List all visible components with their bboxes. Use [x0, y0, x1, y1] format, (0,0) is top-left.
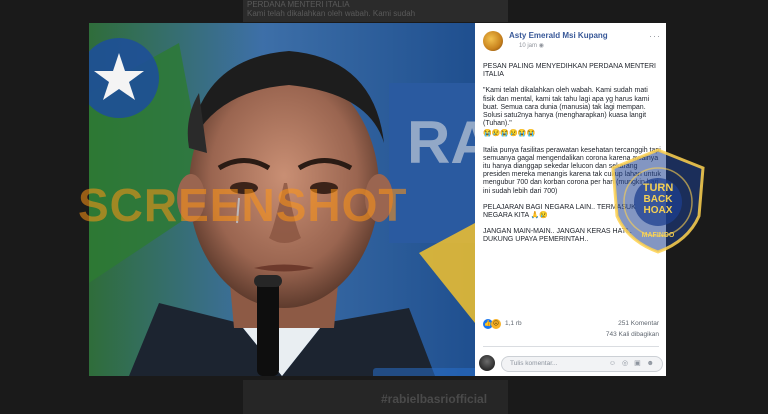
- divider: [483, 346, 659, 347]
- post-timestamp[interactable]: 10 jam: [519, 43, 537, 49]
- post-emoji-line: 😭😢😭😢😭😭: [483, 130, 536, 138]
- mafindo-seal: TURN BACK HOAX MAFINDO: [603, 146, 713, 256]
- background-feed-line: Kami telah dikalahkan oleh wabah. Kami s…: [247, 9, 416, 18]
- comment-tool-icons[interactable]: ☺ ◎ ▣ ☻: [609, 359, 656, 367]
- comment-composer: Tulis komentar... ☺ ◎ ▣ ☻: [479, 355, 663, 372]
- globe-icon: ◉: [538, 43, 544, 49]
- seal-text: TURN BACK HOAX MAFINDO: [603, 146, 713, 256]
- svg-text:RA: RA: [407, 109, 475, 176]
- background-feed-strip: PERDANA MENTERI ITALIA Kami telah dikala…: [243, 0, 508, 22]
- post-paragraph: PESAN PALING MENYEDIHKAN PERDANA MENTERI…: [483, 63, 656, 79]
- post-paragraph: "Kami telah dikalahkan oleh wabah. Kami …: [483, 87, 650, 128]
- author-avatar[interactable]: [483, 31, 503, 51]
- comment-input[interactable]: Tulis komentar... ☺ ◎ ▣ ☻: [501, 356, 663, 372]
- seal-line: BACK: [643, 194, 673, 205]
- screenshot-watermark: SCREENSHOT: [78, 179, 408, 231]
- author-name[interactable]: Asty Emerald Msi Kupang: [509, 31, 608, 40]
- comments-count[interactable]: 251 Komentar: [618, 320, 659, 327]
- seal-line: HOAX: [643, 205, 673, 216]
- sad-reaction-icon: ☹: [491, 319, 501, 329]
- comment-placeholder: Tulis komentar...: [510, 360, 558, 367]
- post-time[interactable]: 10 jam ◉: [519, 42, 544, 49]
- shares-count[interactable]: 743 Kali dibagikan: [606, 331, 659, 338]
- background-feed-line: PERDANA MENTERI ITALIA: [247, 0, 350, 9]
- seal-line: MAFINDO: [641, 232, 675, 239]
- photo-hashtag: #rabielbasriofficial: [373, 368, 475, 376]
- reactions-count[interactable]: 1,1 rb: [505, 320, 522, 327]
- background-hashtag: #rabielbasriofficial: [381, 392, 488, 406]
- post-stats: 👍 ☹ 1,1 rb 251 Komentar 743 Kali dibagik…: [483, 319, 659, 345]
- viewer-avatar: [479, 355, 495, 371]
- more-options-button[interactable]: ···: [649, 31, 661, 41]
- post-header: Asty Emerald Msi Kupang 10 jam ◉ ···: [483, 31, 663, 57]
- seal-line: TURN: [642, 182, 674, 194]
